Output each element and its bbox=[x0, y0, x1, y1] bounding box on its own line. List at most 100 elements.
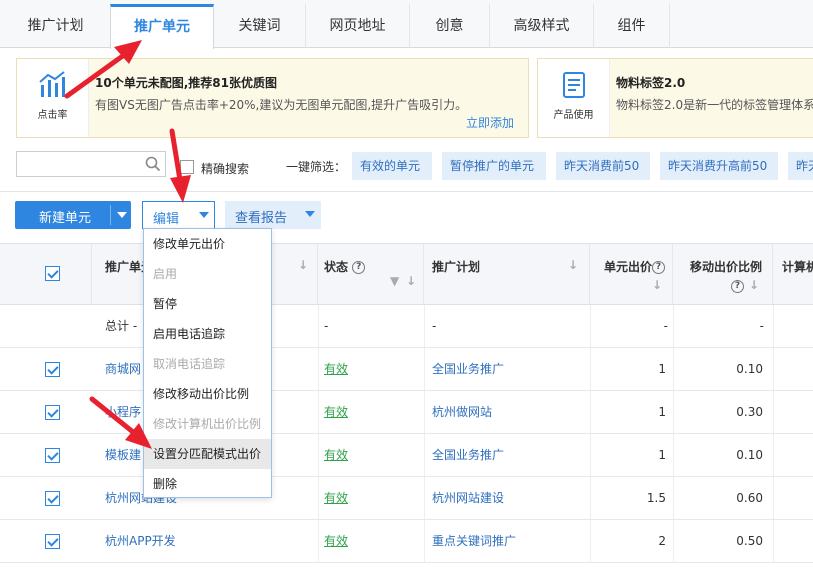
unit-bid: 1 bbox=[658, 448, 666, 462]
header-mobile-ratio-label: 移动出价比例 bbox=[690, 260, 763, 274]
unit-name-link[interactable]: 小程序 bbox=[105, 391, 145, 433]
tab-components[interactable]: 组件 bbox=[594, 4, 670, 48]
filter-chip-paused-units[interactable]: 暂停推广的单元 bbox=[442, 152, 546, 180]
tab-bar: 推广计划 推广单元 关键词 网页地址 创意 高级样式 组件 bbox=[0, 0, 813, 49]
banner-icon-label: 产品使用 bbox=[553, 110, 594, 121]
header-plan[interactable]: 推广计划 ↓ bbox=[424, 244, 590, 304]
table-row: 模板建 有效 全国业务推广 1 0.10 bbox=[0, 434, 813, 477]
menu-item-edit-unit-bid[interactable]: 修改单元出价 bbox=[144, 229, 271, 259]
new-unit-button[interactable]: 新建单元 bbox=[15, 201, 131, 229]
header-bid[interactable]: 单元出价? ↓ bbox=[590, 244, 673, 304]
status-link[interactable]: 有效 bbox=[324, 477, 348, 515]
plan-link[interactable]: 全国业务推广 bbox=[432, 434, 504, 476]
table-total-row: 总计 - - - - - bbox=[0, 305, 813, 348]
quick-filter-label: 一键筛选： bbox=[286, 160, 347, 174]
banner-icon-box: 产品使用 bbox=[538, 59, 610, 137]
chevron-down-icon bbox=[199, 212, 209, 218]
unit-name-link[interactable]: 模板建 bbox=[105, 434, 145, 476]
unit-bid: 1 bbox=[658, 362, 666, 376]
unit-name-link[interactable]: 商城网 bbox=[105, 348, 145, 390]
tab-units[interactable]: 推广单元 bbox=[110, 4, 214, 49]
row-checkbox[interactable] bbox=[45, 362, 60, 377]
help-icon[interactable]: ? bbox=[731, 280, 744, 293]
edit-label: 编辑 bbox=[153, 212, 180, 227]
divider bbox=[0, 191, 813, 192]
mobile-ratio: 0.50 bbox=[736, 534, 763, 548]
tab-plans[interactable]: 推广计划 bbox=[0, 4, 112, 48]
new-unit-label: 新建单元 bbox=[39, 211, 92, 226]
header-status[interactable]: 状态 ? ▼ ↓ bbox=[318, 244, 424, 304]
mobile-ratio: 0.60 bbox=[736, 491, 763, 505]
tab-creatives[interactable]: 创意 bbox=[410, 4, 490, 48]
menu-item-edit-pc-bid-ratio: 修改计算机出价比例 bbox=[153, 417, 262, 431]
search-icon[interactable] bbox=[145, 156, 161, 172]
help-icon[interactable]: ? bbox=[352, 261, 366, 274]
plan-link[interactable]: 杭州做网站 bbox=[432, 391, 492, 433]
table-row: 杭州网站建设 有效 杭州网站建设 1.5 0.60 bbox=[0, 477, 813, 520]
tab-urls[interactable]: 网页地址 bbox=[306, 4, 410, 48]
help-icon[interactable]: ? bbox=[652, 261, 666, 274]
header-mobile-ratio[interactable]: 移动出价比例 ? ↓ bbox=[673, 244, 773, 304]
banner-icon-label: 点击率 bbox=[37, 110, 68, 121]
table-row: 商城网 有效 全国业务推广 1 0.10 bbox=[0, 348, 813, 391]
unit-bid: 1.5 bbox=[646, 491, 666, 505]
filter-chip-active-units[interactable]: 有效的单元 bbox=[352, 152, 432, 180]
banner-description: 有图VS无图广告点击率+20%,建议为无图单元配图,提升广告吸引力。 bbox=[95, 98, 468, 112]
sort-arrow-icon[interactable]: ↓ bbox=[652, 278, 662, 292]
unit-name-link[interactable]: 杭州APP开发 bbox=[105, 520, 176, 562]
row-checkbox[interactable] bbox=[45, 448, 60, 463]
status-link[interactable]: 有效 bbox=[324, 520, 348, 558]
menu-item-cancel-call-tracking: 取消电话追踪 bbox=[153, 357, 226, 371]
filter-chip-yesterday[interactable]: 昨天 bbox=[788, 152, 813, 180]
tab-keywords[interactable]: 关键词 bbox=[214, 4, 306, 48]
table-row: 小程序 有效 杭州做网站 1 0.30 bbox=[0, 391, 813, 434]
filter-chip-top50-spend[interactable]: 昨天消费前50 bbox=[556, 152, 650, 180]
total-bid: - bbox=[663, 319, 668, 333]
tab-advanced-styles[interactable]: 高级样式 bbox=[490, 4, 594, 48]
menu-item-delete[interactable]: 删除 bbox=[144, 469, 271, 499]
total-plan: - bbox=[432, 319, 437, 333]
sort-arrow-icon[interactable]: ↓ bbox=[568, 258, 578, 272]
status-link[interactable]: 有效 bbox=[324, 391, 348, 429]
banner-title: 10个单元未配图,推荐81张优质图 bbox=[95, 76, 277, 90]
row-checkbox[interactable] bbox=[45, 491, 60, 506]
filter-chip-top50-spend-rise[interactable]: 昨天消费升高前50 bbox=[660, 152, 778, 180]
exact-search-checkbox[interactable] bbox=[180, 160, 194, 174]
mobile-ratio: 0.30 bbox=[736, 405, 763, 419]
banner-description: 物料标签2.0是新一代的标签管理体系 bbox=[616, 98, 813, 112]
plan-link[interactable]: 杭州网站建设 bbox=[432, 477, 504, 519]
row-checkbox[interactable] bbox=[45, 405, 60, 420]
plan-link[interactable]: 全国业务推广 bbox=[432, 348, 504, 390]
edit-dropdown-menu: 修改单元出价 启用 暂停 启用电话追踪 取消电话追踪 修改移动出价比例 修改计算… bbox=[143, 228, 272, 498]
mobile-ratio: 0.10 bbox=[736, 362, 763, 376]
chevron-down-icon[interactable] bbox=[117, 212, 127, 218]
material-tag-banner: 产品使用 物料标签2.0 物料标签2.0是新一代的标签管理体系 bbox=[537, 58, 813, 138]
plan-link[interactable]: 重点关键词推广 bbox=[432, 520, 516, 562]
sort-arrow-icon[interactable]: ↓ bbox=[298, 258, 308, 272]
header-select-cell bbox=[0, 244, 92, 304]
sort-arrow-icon[interactable]: ↓ bbox=[406, 274, 416, 288]
status-link[interactable]: 有效 bbox=[324, 434, 348, 472]
view-report-button[interactable]: 查看报告 bbox=[225, 201, 321, 229]
filter-icon[interactable]: ▼ bbox=[390, 274, 399, 288]
row-checkbox[interactable] bbox=[45, 534, 60, 549]
image-suggestion-banner: 点击率 10个单元未配图,推荐81张优质图 有图VS无图广告点击率+20%,建议… bbox=[16, 58, 529, 138]
header-bid-label: 单元出价 bbox=[604, 260, 653, 274]
status-link[interactable]: 有效 bbox=[324, 348, 348, 386]
header-pc[interactable]: 计算机 bbox=[773, 244, 813, 304]
menu-item-enable: 启用 bbox=[153, 267, 178, 281]
menu-item-enable-call-tracking[interactable]: 启用电话追踪 bbox=[144, 319, 271, 349]
total-status: - bbox=[324, 319, 329, 333]
unit-bid: 2 bbox=[658, 534, 666, 548]
edit-dropdown-button[interactable]: 编辑 bbox=[142, 201, 215, 229]
header-pc-label: 计算机 bbox=[782, 260, 813, 274]
header-plan-label: 推广计划 bbox=[432, 260, 481, 274]
total-mobile-ratio: - bbox=[759, 319, 764, 333]
search-input[interactable] bbox=[16, 151, 166, 177]
select-all-checkbox[interactable] bbox=[45, 266, 60, 281]
menu-item-edit-mobile-bid-ratio[interactable]: 修改移动出价比例 bbox=[144, 379, 271, 409]
menu-item-set-match-mode-bid[interactable]: 设置分匹配模式出价 bbox=[144, 439, 271, 469]
menu-item-pause[interactable]: 暂停 bbox=[144, 289, 271, 319]
add-now-link[interactable]: 立即添加 bbox=[466, 114, 514, 131]
sort-arrow-icon[interactable]: ↓ bbox=[749, 278, 759, 292]
